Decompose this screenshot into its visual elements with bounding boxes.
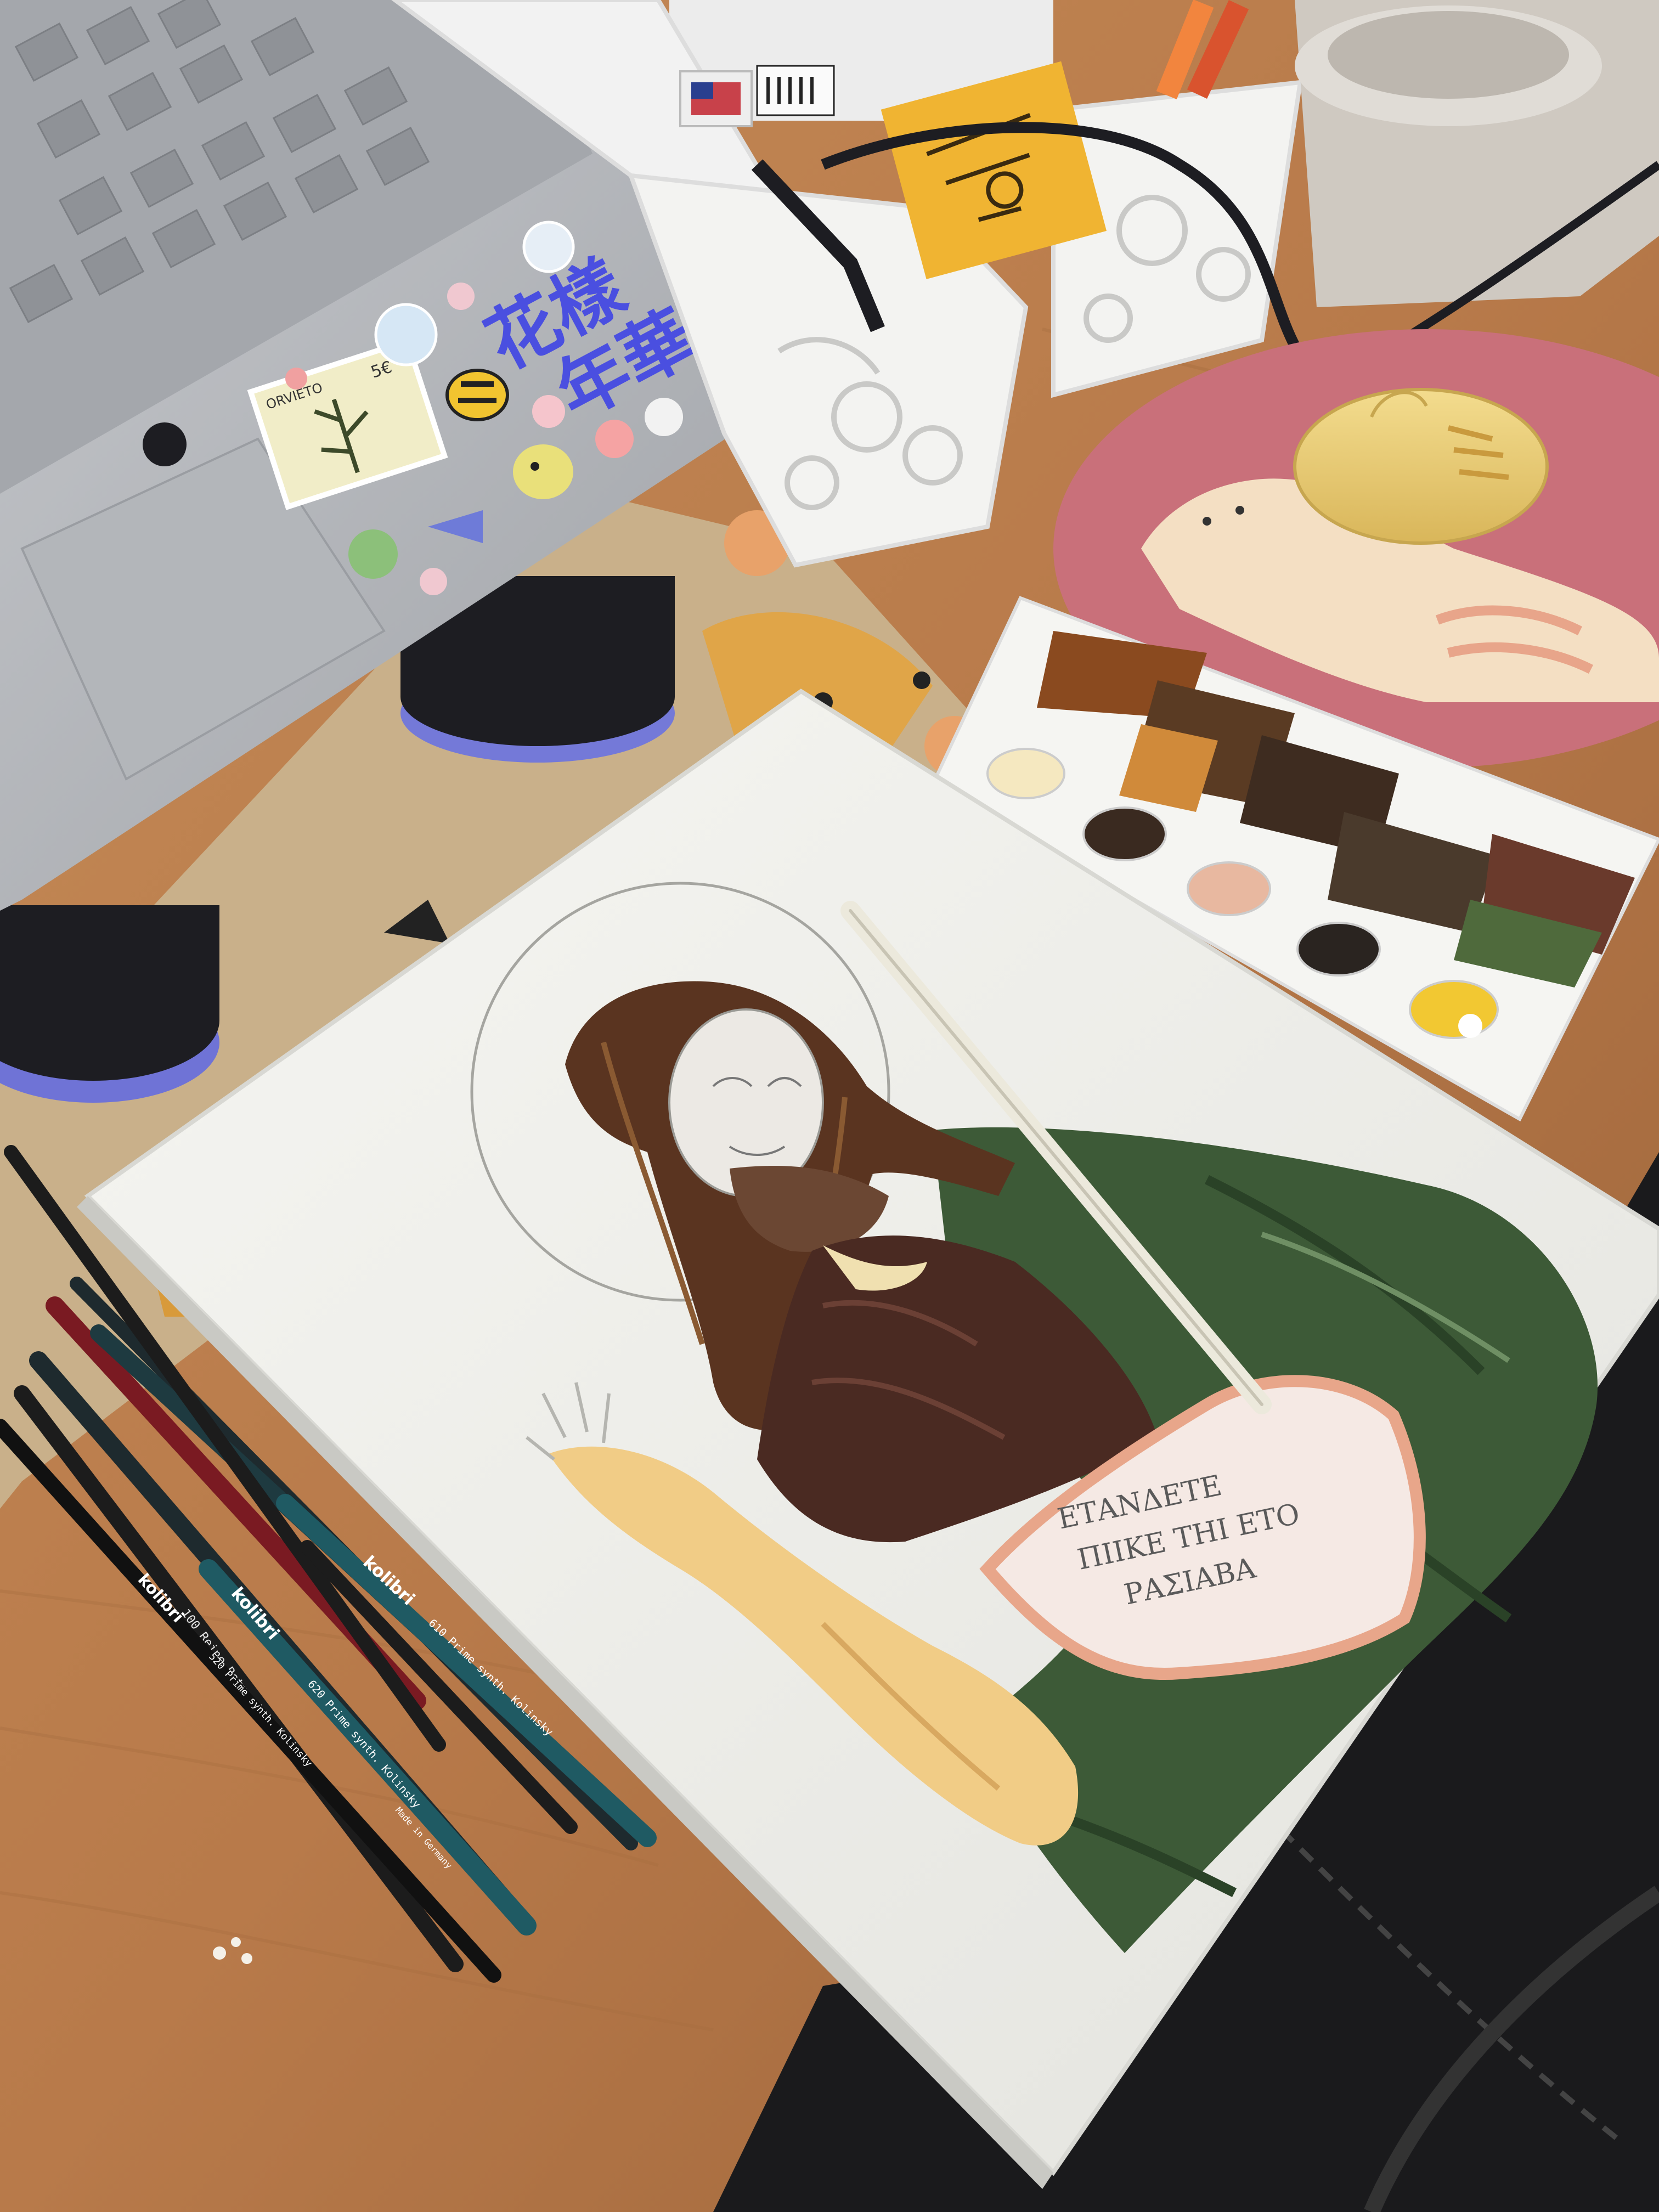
chick-sticker (513, 444, 573, 499)
gray-appliance (1295, 0, 1659, 307)
usa-stamp (679, 70, 753, 127)
bee-sticker (445, 369, 509, 421)
desk-painting-scene: ORVIETO 5€ 花樣 年華 ΕΤΑΝΔΕΤΕ ΠΙΙΚΕ ΤΗΙ ΕΤΟ … (0, 0, 1659, 2212)
laptop-stand-left (0, 905, 219, 1103)
mouse (1293, 388, 1549, 545)
mouse-icon (1293, 388, 1549, 545)
